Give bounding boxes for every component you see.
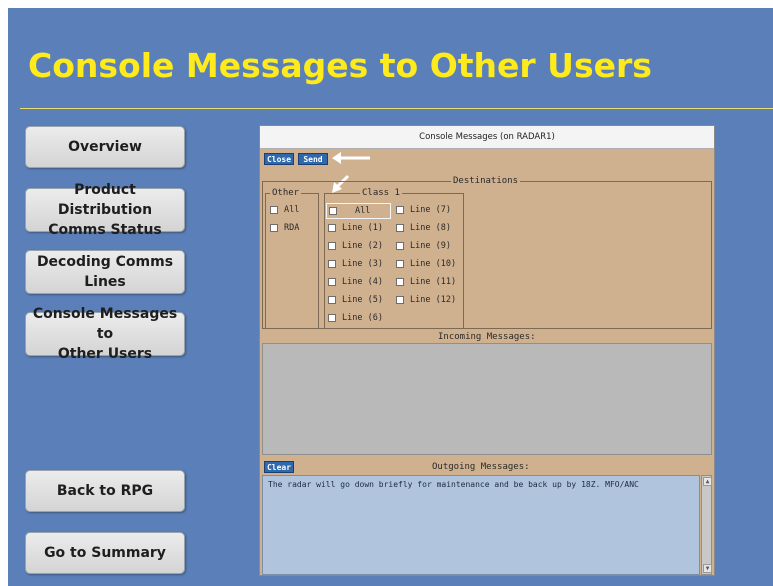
- checkbox-line-6[interactable]: Line (6): [328, 313, 383, 323]
- checkbox-line-9[interactable]: Line (9): [396, 241, 451, 251]
- clear-button[interactable]: Clear: [264, 461, 294, 473]
- decoding-comms-label-line2: Lines: [84, 274, 126, 290]
- checkbox-label: Line (3): [342, 259, 383, 269]
- checkbox-label: Line (1): [342, 223, 383, 233]
- checkbox-label: Line (6): [342, 313, 383, 323]
- outgoing-message-text: The radar will go down briefly for maint…: [268, 480, 639, 489]
- checkbox-line-2[interactable]: Line (2): [328, 241, 383, 251]
- checkbox-line-12[interactable]: Line (12): [396, 295, 456, 305]
- close-button-label: Close: [266, 154, 292, 164]
- checkbox-box: [328, 296, 336, 304]
- overview-button[interactable]: Overview: [25, 126, 185, 168]
- outgoing-scrollbar[interactable]: ▲ ▼: [701, 475, 712, 575]
- incoming-messages-area[interactable]: [262, 343, 712, 455]
- checkbox-other-all[interactable]: All: [270, 205, 299, 215]
- send-button[interactable]: Send: [298, 153, 328, 165]
- checkbox-box: [396, 242, 404, 250]
- product-distribution-label-line1: Product Distribution: [57, 182, 153, 218]
- checkbox-label: Line (8): [410, 223, 451, 233]
- clear-button-label: Clear: [266, 462, 292, 472]
- console-messages-label-line1: Console Messages to: [32, 306, 178, 342]
- checkbox-label: All: [355, 206, 371, 216]
- checkbox-box: [329, 207, 337, 215]
- checkbox-box: [328, 224, 336, 232]
- other-group-label: Other: [270, 188, 302, 198]
- overview-button-label: Overview: [68, 139, 142, 155]
- destinations-label: Destinations: [451, 176, 521, 186]
- slide-background: Console Messages to Other Users Overview…: [8, 8, 773, 586]
- checkbox-box: [328, 242, 336, 250]
- window-titlebar: Console Messages (on RADAR1): [260, 126, 714, 149]
- outgoing-message-input[interactable]: The radar will go down briefly for maint…: [262, 475, 700, 575]
- checkbox-box: [270, 206, 278, 214]
- checkbox-box: [396, 278, 404, 286]
- checkbox-line-7[interactable]: Line (7): [396, 205, 451, 215]
- checkbox-line-11[interactable]: Line (11): [396, 277, 456, 287]
- window-title: Console Messages (on RADAR1): [419, 132, 555, 142]
- checkbox-label: Line (4): [342, 277, 383, 287]
- checkbox-label: All: [284, 205, 300, 215]
- go-to-summary-label: Go to Summary: [44, 545, 166, 561]
- product-distribution-button[interactable]: Product Distribution Comms Status: [25, 182, 185, 238]
- checkbox-box: [270, 224, 278, 232]
- checkbox-box: [396, 296, 404, 304]
- product-distribution-label-line2: Comms Status: [48, 222, 162, 238]
- checkbox-box: [328, 260, 336, 268]
- console-messages-button[interactable]: Console Messages to Other Users: [25, 306, 185, 362]
- checkbox-label: RDA: [284, 223, 300, 233]
- checkbox-label: Line (9): [410, 241, 451, 251]
- close-button[interactable]: Close: [264, 153, 294, 165]
- slide-title: Console Messages to Other Users: [28, 46, 652, 85]
- checkbox-label: Line (2): [342, 241, 383, 251]
- go-to-summary-button[interactable]: Go to Summary: [25, 532, 185, 574]
- decoding-comms-label-line1: Decoding Comms: [36, 254, 174, 270]
- checkbox-box: [396, 206, 404, 214]
- checkbox-box: [328, 314, 336, 322]
- incoming-messages-label: Incoming Messages:: [438, 332, 536, 342]
- scroll-down-icon[interactable]: ▼: [703, 564, 712, 573]
- checkbox-line-1[interactable]: Line (1): [328, 223, 383, 233]
- checkbox-class1-all[interactable]: All: [326, 203, 392, 219]
- checkbox-line-4[interactable]: Line (4): [328, 277, 383, 287]
- send-button-label: Send: [303, 154, 323, 164]
- back-to-rpg-label: Back to RPG: [56, 483, 154, 499]
- checkbox-box: [328, 278, 336, 286]
- checkbox-box: [396, 224, 404, 232]
- decoding-comms-button[interactable]: Decoding Comms Lines: [25, 250, 185, 294]
- title-divider: [20, 108, 773, 109]
- checkbox-box: [396, 260, 404, 268]
- checkbox-label: Line (12): [410, 295, 457, 305]
- outgoing-messages-label: Outgoing Messages:: [432, 462, 530, 472]
- checkbox-label: Line (5): [342, 295, 383, 305]
- checkbox-line-5[interactable]: Line (5): [328, 295, 383, 305]
- class1-group-label: Class 1: [360, 188, 402, 198]
- checkbox-label: Line (7): [410, 205, 451, 215]
- checkbox-label: Line (10): [410, 259, 457, 269]
- checkbox-line-3[interactable]: Line (3): [328, 259, 383, 269]
- checkbox-line-8[interactable]: Line (8): [396, 223, 451, 233]
- console-messages-window: Console Messages (on RADAR1) Close Send …: [259, 125, 715, 576]
- arrow-to-send-icon: [332, 152, 370, 164]
- scroll-up-icon[interactable]: ▲: [703, 477, 712, 486]
- checkbox-other-rda[interactable]: RDA: [270, 223, 299, 233]
- console-messages-label-line2: Other Users: [57, 346, 153, 362]
- checkbox-line-10[interactable]: Line (10): [396, 259, 456, 269]
- checkbox-label: Line (11): [410, 277, 457, 287]
- back-to-rpg-button[interactable]: Back to RPG: [25, 470, 185, 512]
